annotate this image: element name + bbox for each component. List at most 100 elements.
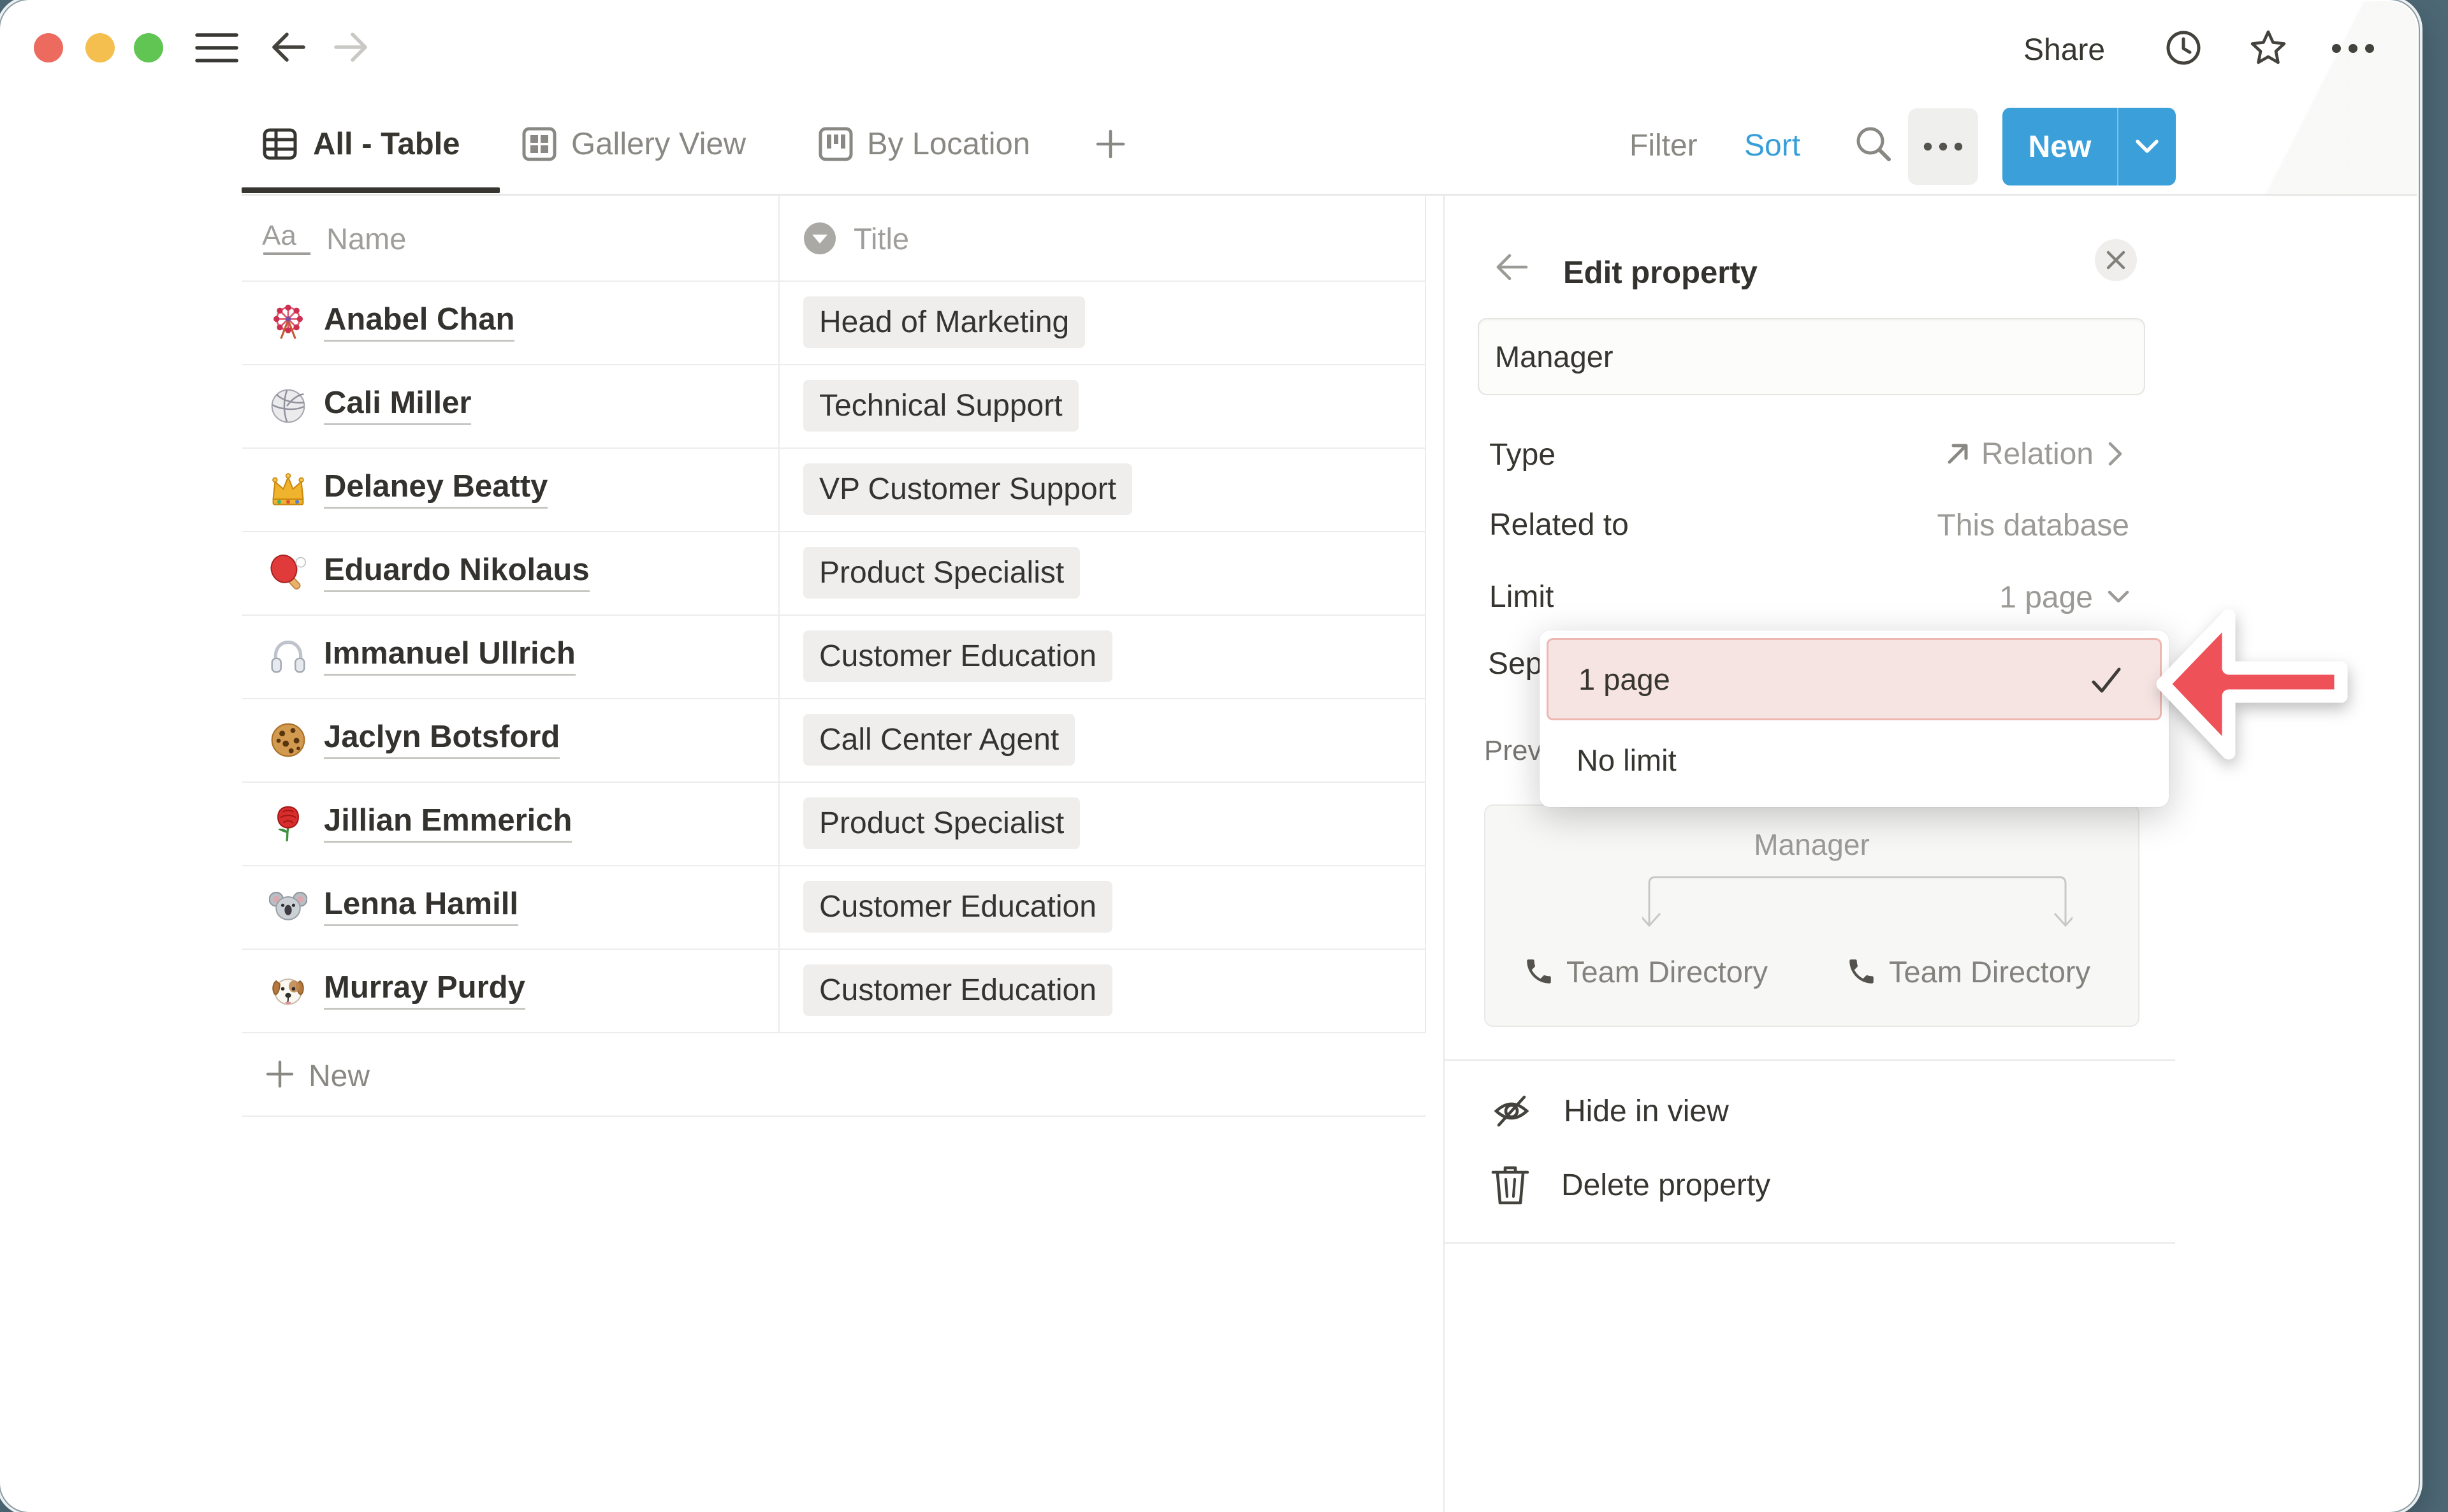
filter-button[interactable]: Filter bbox=[1629, 128, 1698, 163]
action-label: Delete property bbox=[1561, 1168, 1770, 1203]
title-cell[interactable]: Customer Education bbox=[803, 614, 1112, 698]
person-name[interactable]: Anabel Chan bbox=[324, 303, 514, 342]
title-cell[interactable]: Technical Support bbox=[803, 364, 1079, 447]
title-chip[interactable]: Product Specialist bbox=[803, 547, 1080, 599]
limit-dropdown-menu: 1 page No limit bbox=[1540, 630, 2169, 807]
new-button[interactable]: New bbox=[2002, 108, 2176, 185]
title-cell[interactable]: Product Specialist bbox=[803, 531, 1080, 614]
preview-child-left: Team Directory bbox=[1523, 955, 1768, 988]
field-value-limit[interactable]: 1 page bbox=[1999, 577, 2129, 618]
panel-close-button[interactable] bbox=[2095, 239, 2137, 281]
preview-root-label: Manager bbox=[1485, 827, 2138, 862]
dropdown-option-1-page[interactable]: 1 page bbox=[1547, 638, 2162, 720]
field-value-text: Relation bbox=[1981, 437, 2094, 472]
name-cell[interactable]: Lenna Hamill bbox=[269, 865, 518, 949]
tab-all-table[interactable]: All - Table bbox=[262, 126, 460, 162]
column-header-name[interactable]: Aa Name bbox=[262, 196, 406, 281]
name-cell[interactable]: Jaclyn Botsford bbox=[269, 698, 560, 781]
title-chip[interactable]: Customer Education bbox=[803, 630, 1112, 682]
search-icon[interactable] bbox=[1854, 124, 1893, 164]
title-chip[interactable]: Call Center Agent bbox=[803, 714, 1075, 766]
name-cell[interactable]: Cali Miller bbox=[269, 364, 471, 447]
title-cell[interactable]: Customer Education bbox=[803, 865, 1112, 949]
panel-back-icon[interactable] bbox=[1495, 251, 1529, 283]
table-row[interactable]: Murray Purdy Customer Education bbox=[242, 949, 1426, 1032]
relation-preview-box: Manager bbox=[1484, 804, 2139, 1027]
title-chip[interactable]: Product Specialist bbox=[803, 797, 1080, 849]
title-chip[interactable]: Head of Marketing bbox=[803, 296, 1085, 348]
view-options-button[interactable] bbox=[1908, 108, 1978, 185]
name-cell[interactable]: Immanuel Ullrich bbox=[269, 614, 576, 698]
hamburger-menu-icon[interactable] bbox=[195, 33, 238, 63]
forward-arrow-icon[interactable] bbox=[332, 29, 369, 66]
table-row[interactable]: Immanuel Ullrich Customer Education bbox=[242, 614, 1426, 698]
dropdown-option-no-limit[interactable]: No limit bbox=[1577, 743, 1677, 778]
person-name[interactable]: Delaney Beatty bbox=[324, 470, 548, 509]
person-name[interactable]: Eduardo Nikolaus bbox=[324, 553, 590, 593]
back-arrow-icon[interactable] bbox=[270, 29, 307, 66]
name-cell[interactable]: Anabel Chan bbox=[269, 280, 514, 364]
zoom-window-button[interactable] bbox=[134, 33, 163, 62]
clock-icon[interactable] bbox=[2166, 30, 2201, 66]
name-cell[interactable]: Jillian Emmerich bbox=[269, 781, 572, 865]
name-cell[interactable]: Delaney Beatty bbox=[269, 447, 548, 531]
new-button-label[interactable]: New bbox=[2002, 108, 2117, 185]
title-chip[interactable]: Customer Education bbox=[803, 881, 1112, 933]
name-cell[interactable]: Murray Purdy bbox=[269, 949, 525, 1032]
field-label-limit: Limit bbox=[1489, 579, 1554, 614]
title-cell[interactable]: Customer Education bbox=[803, 949, 1112, 1032]
new-button-dropdown[interactable] bbox=[2117, 108, 2176, 185]
tab-label: Gallery View bbox=[571, 126, 746, 162]
table-row[interactable]: Cali Miller Technical Support bbox=[242, 364, 1426, 447]
tab-by-location[interactable]: By Location bbox=[819, 126, 1030, 162]
ferris-wheel-icon bbox=[269, 303, 307, 342]
close-icon bbox=[2106, 251, 2125, 270]
person-name[interactable]: Immanuel Ullrich bbox=[324, 637, 576, 676]
title-chip[interactable]: Customer Education bbox=[803, 964, 1112, 1016]
cookie-icon bbox=[269, 721, 307, 759]
title-cell[interactable]: Call Center Agent bbox=[803, 698, 1075, 781]
table-row[interactable]: Lenna Hamill Customer Education bbox=[242, 865, 1426, 949]
eye-off-icon bbox=[1490, 1089, 1533, 1133]
minimize-window-button[interactable] bbox=[85, 33, 115, 62]
delete-property-button[interactable]: Delete property bbox=[1490, 1163, 1770, 1207]
table-row[interactable]: Jaclyn Botsford Call Center Agent bbox=[242, 698, 1426, 781]
table-row[interactable]: Jillian Emmerich Product Specialist bbox=[242, 781, 1426, 865]
close-window-button[interactable] bbox=[34, 33, 63, 62]
table-row[interactable]: Eduardo Nikolaus Product Specialist bbox=[242, 531, 1426, 614]
annotation-arrow bbox=[2129, 590, 2384, 794]
person-name[interactable]: Jaclyn Botsford bbox=[324, 720, 560, 760]
tab-gallery-view[interactable]: Gallery View bbox=[521, 126, 746, 162]
chevron-down-icon bbox=[2136, 140, 2159, 154]
person-name[interactable]: Lenna Hamill bbox=[324, 887, 518, 927]
star-icon[interactable] bbox=[2249, 29, 2287, 67]
name-cell[interactable]: Eduardo Nikolaus bbox=[269, 531, 590, 614]
title-chip[interactable]: VP Customer Support bbox=[803, 463, 1132, 515]
plus-icon bbox=[266, 1060, 294, 1088]
hide-in-view-button[interactable]: Hide in view bbox=[1490, 1089, 1729, 1133]
table-row[interactable]: Anabel Chan Head of Marketing bbox=[242, 280, 1426, 364]
person-name[interactable]: Cali Miller bbox=[324, 386, 471, 426]
phone-icon bbox=[1846, 956, 1877, 987]
field-value-type[interactable]: Relation bbox=[1944, 433, 2123, 474]
title-cell[interactable]: VP Customer Support bbox=[803, 447, 1132, 531]
table-view-icon bbox=[262, 126, 298, 162]
sort-button[interactable]: Sort bbox=[1744, 128, 1800, 163]
person-name[interactable]: Jillian Emmerich bbox=[324, 804, 572, 843]
new-row-button[interactable]: New bbox=[242, 1032, 1426, 1116]
title-cell[interactable]: Product Specialist bbox=[803, 781, 1080, 865]
table-row[interactable]: Delaney Beatty VP Customer Support bbox=[242, 447, 1426, 531]
more-dots-icon bbox=[1923, 142, 1963, 151]
property-name-input[interactable]: Manager bbox=[1478, 318, 2145, 395]
field-value-related-to[interactable]: This database bbox=[1937, 505, 2129, 546]
person-name[interactable]: Murray Purdy bbox=[324, 971, 525, 1010]
ellipsis-icon[interactable] bbox=[2331, 43, 2375, 54]
svg-text:Aa: Aa bbox=[262, 220, 296, 251]
share-button[interactable]: Share bbox=[2023, 33, 2105, 68]
text-property-icon: Aa bbox=[262, 219, 313, 258]
panel-divider bbox=[1443, 196, 1445, 1512]
title-cell[interactable]: Head of Marketing bbox=[803, 280, 1085, 364]
add-view-icon[interactable] bbox=[1096, 129, 1125, 159]
title-chip[interactable]: Technical Support bbox=[803, 380, 1079, 432]
column-header-title[interactable]: Title bbox=[803, 196, 909, 281]
